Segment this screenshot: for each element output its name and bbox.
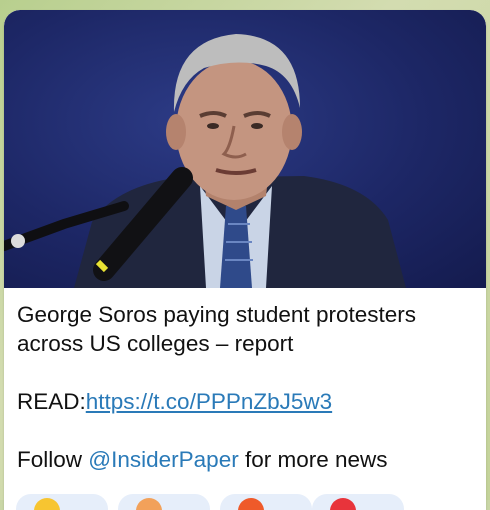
article-link[interactable]: https://t.co/PPPnZbJ5w3 [86, 389, 332, 414]
headline-line-2: across US colleges – report [17, 331, 294, 356]
message-bubble: George Soros paying student protesters a… [4, 10, 486, 510]
read-label: READ: [17, 389, 86, 414]
caption-spacer-2 [17, 416, 479, 445]
reactions-bar [16, 494, 486, 510]
read-line: READ:https://t.co/PPPnZbJ5w3 [17, 387, 479, 416]
post-caption: George Soros paying student protesters a… [17, 300, 479, 474]
reaction-thumbs-up[interactable] [16, 494, 108, 510]
follow-suffix: for more news [238, 447, 388, 472]
post-photo[interactable] [4, 10, 486, 288]
reaction-fire[interactable] [220, 494, 312, 510]
insiderpaper-mention[interactable]: @InsiderPaper [88, 447, 238, 472]
reaction-shocked[interactable] [118, 494, 210, 510]
follow-line: Follow @InsiderPaper for more news [17, 445, 479, 474]
photo-illustration [4, 34, 406, 288]
headline-line-1: George Soros paying student protesters [17, 302, 416, 327]
follow-prefix: Follow [17, 447, 89, 472]
reaction-heart[interactable] [312, 494, 404, 510]
